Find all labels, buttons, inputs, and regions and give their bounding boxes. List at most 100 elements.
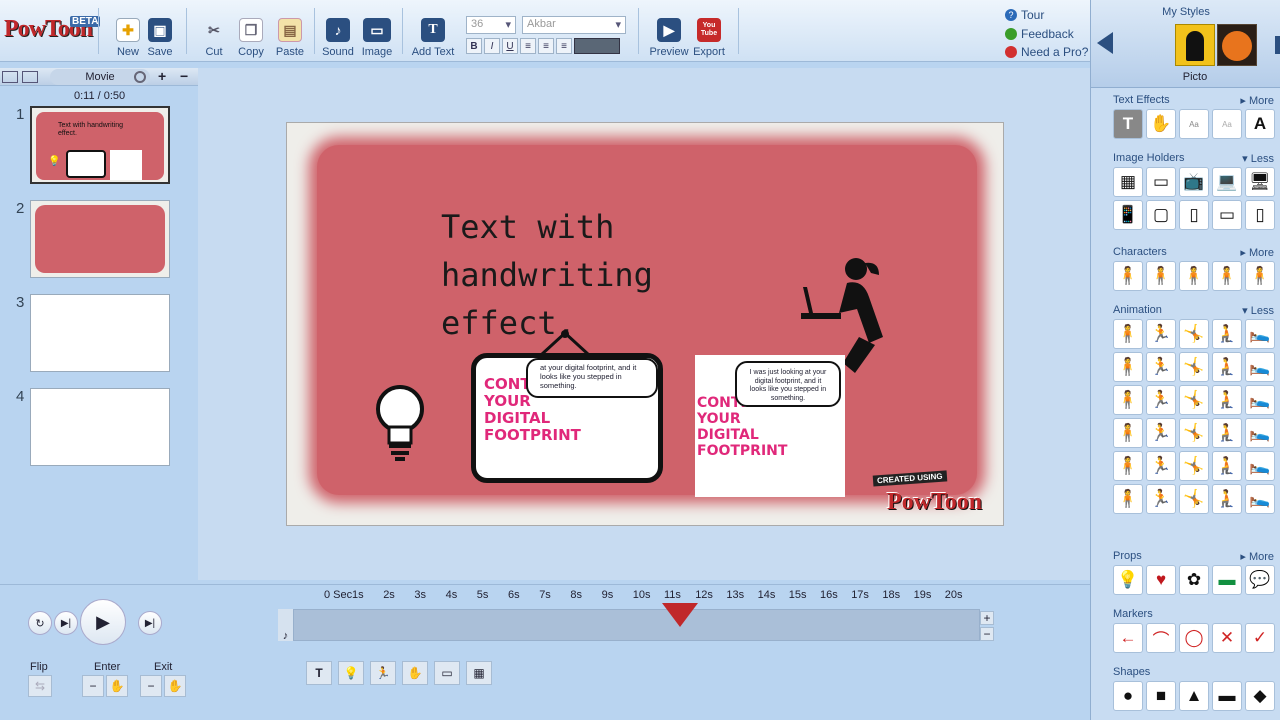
paste-button[interactable]: ▤ Paste: [274, 4, 306, 58]
animated-character-icon[interactable]: 🤸: [1179, 418, 1209, 448]
italic-icon[interactable]: I: [484, 38, 500, 54]
character-icon[interactable]: 🧍: [1245, 261, 1275, 291]
align-right-icon[interactable]: ≡: [556, 38, 572, 54]
audio-track-icon[interactable]: ♪: [278, 609, 294, 642]
timeline-track[interactable]: [278, 609, 980, 641]
holder-portrait-frame-icon[interactable]: ▯: [1179, 200, 1209, 230]
cut-button[interactable]: ✂ Cut: [200, 4, 228, 59]
animation-toggle[interactable]: ▾ Less: [1242, 304, 1274, 317]
holder-computer-icon[interactable]: 🖥: [1245, 167, 1275, 197]
character-icon[interactable]: 🧍: [1212, 261, 1242, 291]
picture-frame[interactable]: CONTROL YOUR DIGITAL FOOTPRINT at your d…: [471, 353, 663, 483]
feedback-link[interactable]: Feedback: [1005, 27, 1074, 41]
prop-lightbulb-icon[interactable]: 💡: [1113, 565, 1143, 595]
holder-blank-frame-icon[interactable]: ▯: [1245, 200, 1275, 230]
animated-character-icon[interactable]: 🏃: [1146, 352, 1176, 382]
character-icon[interactable]: 🧍: [1179, 261, 1209, 291]
animated-character-icon[interactable]: 🤸: [1179, 385, 1209, 415]
font-family-select[interactable]: Akbar ▾: [522, 16, 626, 34]
animated-character-icon[interactable]: 🧎: [1212, 352, 1242, 382]
slide-thumb-1[interactable]: Text with handwriting effect. 💡: [30, 106, 170, 184]
filter-prop-icon[interactable]: 💡: [338, 661, 364, 685]
holder-monitor-icon[interactable]: ▭: [1146, 167, 1176, 197]
zoom-out-icon[interactable]: −: [980, 627, 994, 641]
animated-character-icon[interactable]: 🧍: [1113, 418, 1143, 448]
animated-character-icon[interactable]: 🤸: [1179, 319, 1209, 349]
shape-triangle-icon[interactable]: ▲: [1179, 681, 1209, 711]
prop-heart-icon[interactable]: ♥: [1146, 565, 1176, 595]
filter-text-icon[interactable]: T: [306, 661, 332, 685]
text-effect-t-icon[interactable]: T: [1113, 109, 1143, 139]
animated-character-icon[interactable]: 🏃: [1146, 385, 1176, 415]
animated-character-icon[interactable]: 🧍: [1113, 319, 1143, 349]
animated-character-icon[interactable]: 🧍: [1113, 484, 1143, 514]
font-size-select[interactable]: 36 ▾: [466, 16, 516, 34]
animated-character-icon[interactable]: 🧎: [1212, 484, 1242, 514]
prop-money-icon[interactable]: ▬: [1212, 565, 1242, 595]
animated-character-icon[interactable]: 🏃: [1146, 418, 1176, 448]
animated-character-icon[interactable]: 🏃: [1146, 484, 1176, 514]
holder-photo-icon[interactable]: ▦: [1113, 167, 1143, 197]
animated-character-icon[interactable]: 🛌: [1245, 484, 1275, 514]
animated-character-icon[interactable]: 🤸: [1179, 352, 1209, 382]
character-icon[interactable]: 🧍: [1113, 261, 1143, 291]
headline-text[interactable]: Text with handwriting effect.: [441, 203, 801, 347]
image-card[interactable]: CONTROL YOUR DIGITAL FOOTPRINT I was jus…: [695, 355, 845, 497]
animated-character-icon[interactable]: 🛌: [1245, 385, 1275, 415]
copy-button[interactable]: ❐ Copy: [236, 4, 266, 58]
add-text-button[interactable]: T Add Text: [410, 4, 456, 58]
text-effect-outline-icon[interactable]: Aa: [1212, 109, 1242, 139]
styles-next-arrow-icon[interactable]: [1275, 36, 1280, 54]
animated-character-icon[interactable]: 🛌: [1245, 451, 1275, 481]
marker-check-icon[interactable]: ✓: [1245, 623, 1275, 653]
marker-cross-icon[interactable]: ✕: [1212, 623, 1242, 653]
animated-character-icon[interactable]: 🤸: [1179, 484, 1209, 514]
play-button[interactable]: ▶: [80, 599, 126, 645]
animated-character-icon[interactable]: 🛌: [1245, 418, 1275, 448]
holder-rounded-frame-icon[interactable]: ▢: [1146, 200, 1176, 230]
animated-character-icon[interactable]: 🛌: [1245, 352, 1275, 382]
styles-prev-arrow-icon[interactable]: [1097, 32, 1113, 54]
shape-diamond-icon[interactable]: ◆: [1245, 681, 1275, 711]
props-toggle[interactable]: ▸ More: [1240, 550, 1274, 563]
holder-laptop-icon[interactable]: 💻: [1212, 167, 1242, 197]
animated-character-icon[interactable]: 🧍: [1113, 352, 1143, 382]
save-button[interactable]: ▣ Save: [146, 4, 174, 58]
loop-icon[interactable]: ↻: [28, 611, 52, 635]
slide-thumb-3[interactable]: [30, 294, 170, 372]
filter-image-icon[interactable]: ▦: [466, 661, 492, 685]
style-picto-thumb[interactable]: [1175, 24, 1215, 66]
character-icon[interactable]: 🧍: [1146, 261, 1176, 291]
new-button[interactable]: ✚ New: [114, 4, 142, 58]
animated-character-icon[interactable]: 🧍: [1113, 451, 1143, 481]
shape-rectangle-icon[interactable]: ▬: [1212, 681, 1242, 711]
bold-icon[interactable]: B: [466, 38, 482, 54]
marker-curve-icon[interactable]: ⌒: [1146, 623, 1176, 653]
holder-phone-icon[interactable]: 📱: [1113, 200, 1143, 230]
view-grid-icon[interactable]: [2, 71, 18, 83]
enter-hand-icon[interactable]: ✋: [106, 675, 128, 697]
holder-landscape-frame-icon[interactable]: ▭: [1212, 200, 1242, 230]
exit-hand-icon[interactable]: ✋: [164, 675, 186, 697]
animated-character-icon[interactable]: 🏃: [1146, 319, 1176, 349]
filter-character-icon[interactable]: 🏃: [370, 661, 396, 685]
animated-character-icon[interactable]: 🧎: [1212, 418, 1242, 448]
sound-button[interactable]: ♪ Sound: [322, 4, 354, 58]
characters-toggle[interactable]: ▸ More: [1240, 246, 1274, 259]
marker-arrow-icon[interactable]: ←: [1113, 623, 1143, 653]
remove-slide-icon[interactable]: −: [180, 68, 188, 84]
add-slide-icon[interactable]: +: [158, 68, 166, 84]
text-color-swatch[interactable]: [574, 38, 620, 54]
enter-none-button[interactable]: −: [82, 675, 104, 697]
tour-link[interactable]: ? Tour: [1005, 8, 1044, 22]
prop-flower-icon[interactable]: ✿: [1179, 565, 1209, 595]
view-list-icon[interactable]: [22, 71, 38, 83]
image-holders-toggle[interactable]: ▾ Less: [1242, 152, 1274, 165]
lightbulb-icon[interactable]: [373, 385, 427, 463]
shape-circle-icon[interactable]: ●: [1113, 681, 1143, 711]
text-effect-a-icon[interactable]: A: [1245, 109, 1275, 139]
slide-thumb-2[interactable]: [30, 200, 170, 278]
animated-character-icon[interactable]: 🧎: [1212, 451, 1242, 481]
filter-holder-icon[interactable]: ▭: [434, 661, 460, 685]
preview-button[interactable]: ▶ Preview: [648, 4, 690, 58]
